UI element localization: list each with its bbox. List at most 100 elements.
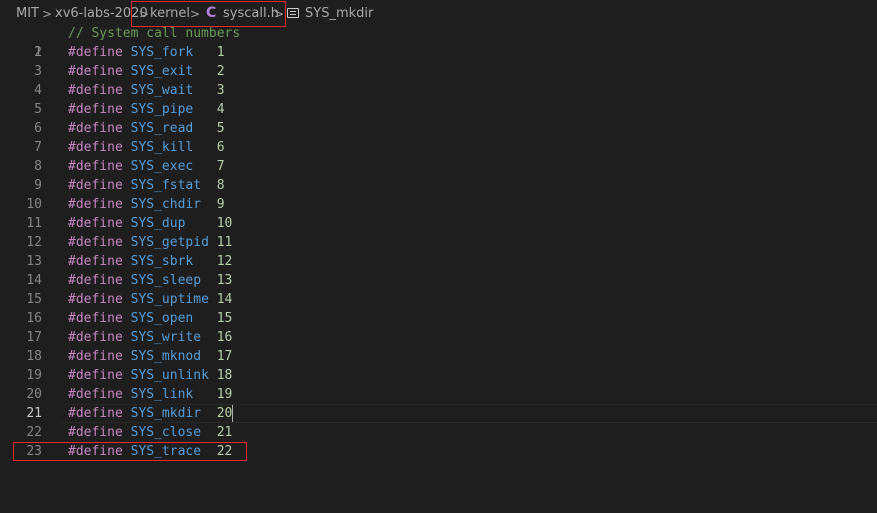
define-statement: #define SYS_exec 7 <box>68 157 225 176</box>
line-number: 17 <box>26 330 42 345</box>
define-keyword: #define <box>68 140 123 155</box>
macro-name: SYS_uptime <box>130 292 209 307</box>
line-number: 9 <box>34 178 42 193</box>
define-keyword: #define <box>68 406 123 421</box>
breadcrumb-item-sys-mkdir[interactable]: SYS_mkdir <box>305 5 373 23</box>
macro-value: 2 <box>216 64 225 79</box>
text-cursor <box>232 405 234 422</box>
macro-name: SYS_mknod <box>130 349 202 364</box>
macro-name: SYS_sleep <box>130 273 202 288</box>
line-number: 20 <box>26 387 42 402</box>
define-keyword: #define <box>68 64 123 79</box>
line-number: 11 <box>26 216 42 231</box>
line-number: 12 <box>26 235 42 250</box>
define-keyword: #define <box>68 254 123 269</box>
chevron-right-icon: > <box>274 7 285 21</box>
macro-name: SYS_dup <box>130 216 186 231</box>
macro-value: 18 <box>216 368 233 383</box>
line-number: 16 <box>26 311 42 326</box>
macro-name: SYS_kill <box>130 140 194 155</box>
define-keyword: #define <box>68 273 123 288</box>
macro-name: SYS_read <box>130 121 194 136</box>
line-number: 23 <box>26 444 42 459</box>
line-number: 15 <box>26 292 42 307</box>
define-statement: #define SYS_link 19 <box>68 385 232 404</box>
code-line: 13 #define SYS_sbrk 12 <box>0 252 877 271</box>
macro-value: 9 <box>216 197 225 212</box>
code-line: 8 #define SYS_exec 7 <box>0 157 877 176</box>
define-statement: #define SYS_mknod 17 <box>68 347 232 366</box>
define-statement: #define SYS_read 5 <box>68 119 225 138</box>
macro-name: SYS_fstat <box>130 178 202 193</box>
code-line: 17 #define SYS_write 16 <box>0 328 877 347</box>
define-keyword: #define <box>68 425 123 440</box>
define-statement: #define SYS_trace 22 <box>68 442 232 461</box>
macro-name: SYS_close <box>130 425 202 440</box>
line-number: 22 <box>26 425 42 440</box>
macro-name: SYS_sbrk <box>130 254 194 269</box>
define-statement: #define SYS_pipe 4 <box>68 100 225 119</box>
code-line: 21 #define SYS_mkdir 20 <box>0 404 877 423</box>
code-line: 23 #define SYS_trace 22 <box>0 442 877 461</box>
macro-value: 3 <box>216 83 225 98</box>
code-line: 5 #define SYS_pipe 4 <box>0 100 877 119</box>
line-number: 4 <box>34 83 42 98</box>
macro-value: 17 <box>216 349 233 364</box>
line-number: 5 <box>34 102 42 117</box>
macro-value: 16 <box>216 330 233 345</box>
breadcrumb-item-xv6-labs-2020[interactable]: xv6-labs-2020 <box>55 5 148 23</box>
macro-value: 19 <box>216 387 233 402</box>
comment-text: // System call numbers <box>68 26 241 41</box>
define-keyword: #define <box>68 292 123 307</box>
macro-name: SYS_exec <box>130 159 194 174</box>
line-number: 21 <box>26 406 42 421</box>
symbol-constant-icon <box>287 8 299 18</box>
macro-name: SYS_open <box>130 311 194 326</box>
code-line: 12 #define SYS_getpid 11 <box>0 233 877 252</box>
define-statement: #define SYS_sbrk 12 <box>68 252 232 271</box>
breadcrumb-item-kernel[interactable]: kernel <box>150 5 190 23</box>
line-number: 13 <box>26 254 42 269</box>
define-keyword: #define <box>68 102 123 117</box>
code-line: 20 #define SYS_link 19 <box>0 385 877 404</box>
define-keyword: #define <box>68 159 123 174</box>
macro-name: SYS_trace <box>130 444 202 459</box>
code-line: 2 #define SYS_fork 1 <box>0 43 877 62</box>
define-statement: #define SYS_dup 10 <box>68 214 232 233</box>
macro-name: SYS_getpid <box>130 235 209 250</box>
breadcrumb-item-mit[interactable]: MIT <box>16 5 39 23</box>
define-keyword: #define <box>68 216 123 231</box>
define-keyword: #define <box>68 387 123 402</box>
code-line: 7 #define SYS_kill 6 <box>0 138 877 157</box>
define-keyword: #define <box>68 444 123 459</box>
breadcrumb-item-syscall-h[interactable]: syscall.h <box>223 5 279 23</box>
line-number: 6 <box>34 121 42 136</box>
macro-value: 10 <box>216 216 233 231</box>
define-keyword: #define <box>68 349 123 364</box>
define-keyword: #define <box>68 368 123 383</box>
macro-name: SYS_exit <box>130 64 194 79</box>
code-line: 11 #define SYS_dup 10 <box>0 214 877 233</box>
macro-value: 12 <box>216 254 233 269</box>
code-line: 16 #define SYS_open 15 <box>0 309 877 328</box>
define-keyword: #define <box>68 330 123 345</box>
code-editor[interactable]: 1 // System call numbers 2 #define SYS_fo… <box>0 24 877 513</box>
define-statement: #define SYS_fork 1 <box>68 43 225 62</box>
define-keyword: #define <box>68 235 123 250</box>
macro-name: SYS_pipe <box>130 102 194 117</box>
chevron-right-icon: > <box>42 7 53 21</box>
line-number: 2 <box>34 45 42 60</box>
define-keyword: #define <box>68 311 123 326</box>
chevron-right-icon: > <box>190 7 201 21</box>
define-keyword: #define <box>68 45 123 60</box>
define-keyword: #define <box>68 197 123 212</box>
define-statement: #define SYS_sleep 13 <box>68 271 232 290</box>
define-statement: #define SYS_unlink 18 <box>68 366 232 385</box>
macro-value: 13 <box>216 273 233 288</box>
macro-value: 4 <box>216 102 225 117</box>
line-number: 10 <box>26 197 42 212</box>
macro-value: 5 <box>216 121 225 136</box>
macro-name: SYS_link <box>130 387 194 402</box>
macro-name: SYS_write <box>130 330 202 345</box>
line-number: 18 <box>26 349 42 364</box>
